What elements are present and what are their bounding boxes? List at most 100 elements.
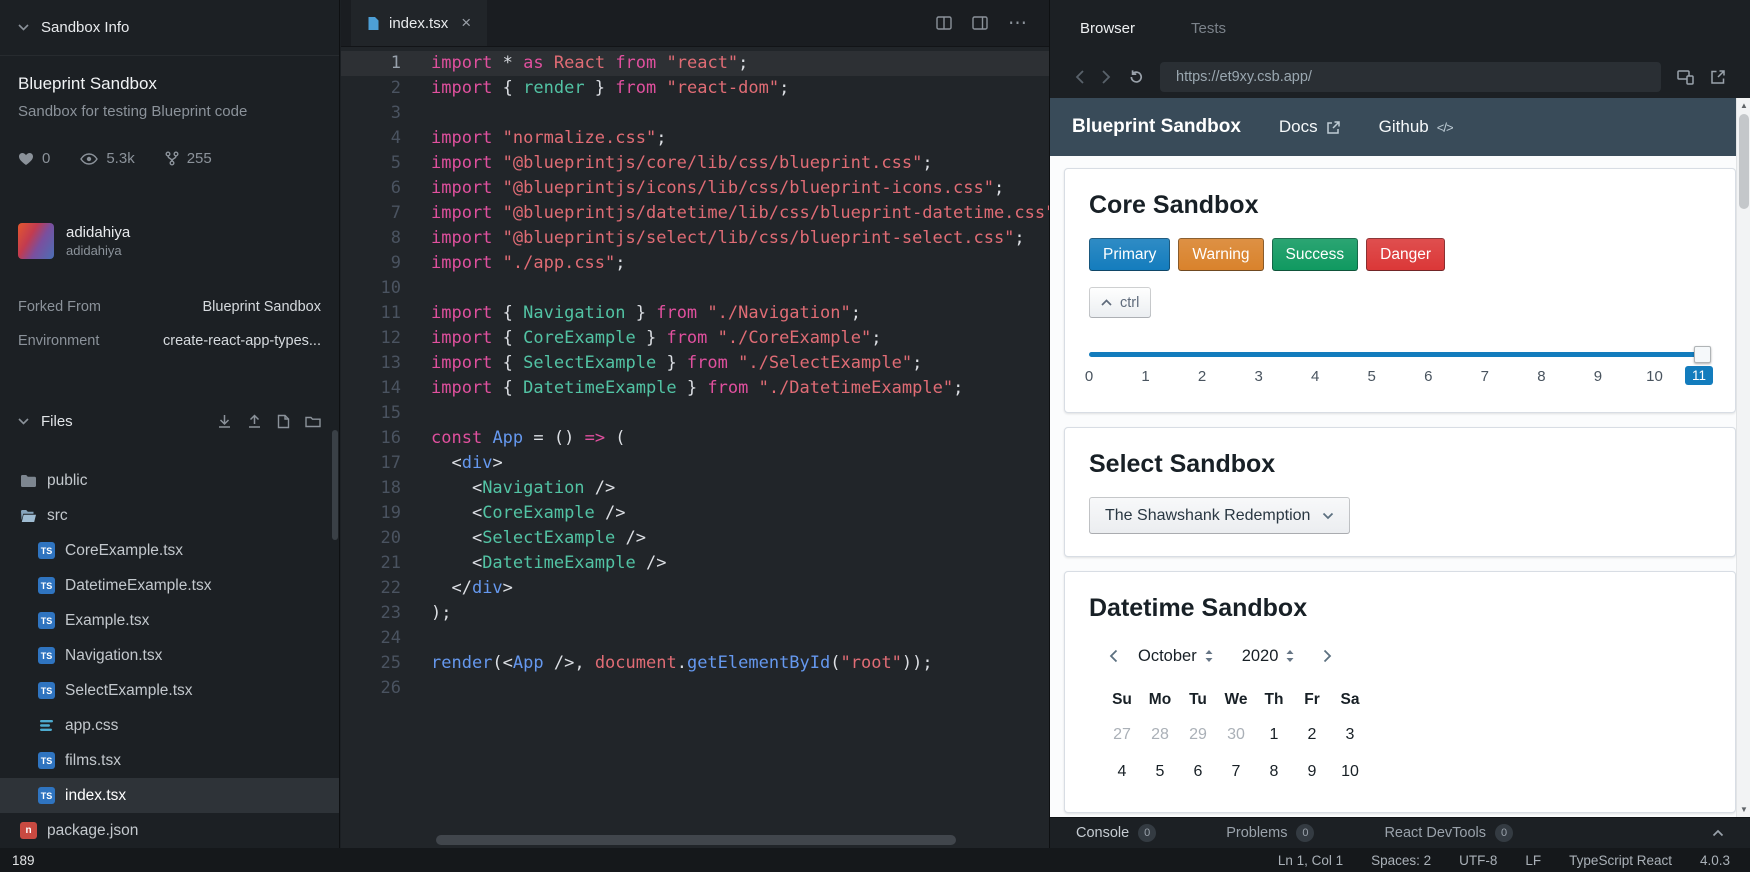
file-item-example-tsx[interactable]: TSExample.tsx	[0, 603, 339, 638]
code-line-19[interactable]: 19 <CoreExample />	[341, 501, 1049, 526]
day-cell-5[interactable]: 5	[1141, 753, 1179, 790]
code-line-22[interactable]: 22 </div>	[341, 576, 1049, 601]
code-line-14[interactable]: 14import { DatetimeExample } from "./Dat…	[341, 376, 1049, 401]
code-line-4[interactable]: 4import "normalize.css";	[341, 126, 1049, 151]
code-line-20[interactable]: 20 <SelectExample />	[341, 526, 1049, 551]
code-line-8[interactable]: 8import "@blueprintjs/select/lib/css/blu…	[341, 226, 1049, 251]
code-line-18[interactable]: 18 <Navigation />	[341, 476, 1049, 501]
console-tab-console[interactable]: Console0	[1076, 824, 1156, 842]
file-item-app-css[interactable]: app.css	[0, 708, 339, 743]
scroll-down-icon[interactable]: ▼	[1737, 805, 1750, 814]
file-item-coreexample-tsx[interactable]: TSCoreExample.tsx	[0, 533, 339, 568]
ctrl-button[interactable]: ctrl	[1089, 287, 1151, 318]
responsive-mode-icon[interactable]	[1677, 69, 1694, 85]
warning-button[interactable]: Warning	[1178, 238, 1263, 271]
code-area[interactable]: 1import * as React from "react";2import …	[341, 47, 1049, 848]
likes-stat[interactable]: 0	[18, 150, 50, 167]
code-line-1[interactable]: 1import * as React from "react";	[341, 51, 1049, 76]
day-cell-4[interactable]: 4	[1103, 753, 1141, 790]
back-icon[interactable]	[1074, 69, 1085, 85]
console-tab-problems[interactable]: Problems0	[1226, 824, 1314, 842]
slider-track[interactable]	[1089, 352, 1711, 357]
editor-horizontal-scrollbar[interactable]	[341, 835, 1049, 845]
scroll-up-icon[interactable]: ▲	[1737, 101, 1750, 110]
status-item-spaces-2[interactable]: Spaces: 2	[1371, 853, 1431, 868]
avatar[interactable]	[18, 223, 54, 259]
day-cell-8[interactable]: 8	[1255, 753, 1293, 790]
forward-icon[interactable]	[1101, 69, 1112, 85]
status-item-utf-8[interactable]: UTF-8	[1459, 853, 1497, 868]
code-line-13[interactable]: 13import { SelectExample } from "./Selec…	[341, 351, 1049, 376]
scrollbar-thumb[interactable]	[1739, 114, 1749, 209]
status-item-4-0-3[interactable]: 4.0.3	[1700, 853, 1730, 868]
month-select[interactable]: October	[1138, 647, 1214, 666]
sandbox-info-header[interactable]: Sandbox Info	[0, 0, 339, 56]
more-options-icon[interactable]: ⋯	[1008, 12, 1027, 35]
code-line-17[interactable]: 17 <div>	[341, 451, 1049, 476]
code-line-24[interactable]: 24	[341, 626, 1049, 651]
day-cell-6[interactable]: 6	[1179, 753, 1217, 790]
previous-month-icon[interactable]	[1103, 649, 1124, 663]
file-item-src[interactable]: src	[0, 498, 339, 533]
forked-from-link[interactable]: Blueprint Sandbox	[203, 299, 322, 315]
status-item-lf[interactable]: LF	[1525, 853, 1541, 868]
day-cell-3[interactable]: 3	[1331, 716, 1369, 753]
file-item-navigation-tsx[interactable]: TSNavigation.tsx	[0, 638, 339, 673]
file-item-datetimeexample-tsx[interactable]: TSDatetimeExample.tsx	[0, 568, 339, 603]
download-sandbox-icon[interactable]	[217, 414, 232, 429]
day-cell-2[interactable]: 2	[1293, 716, 1331, 753]
day-cell-1[interactable]: 1	[1255, 716, 1293, 753]
tab-index-tsx[interactable]: index.tsx ×	[351, 0, 487, 46]
code-line-3[interactable]: 3	[341, 101, 1049, 126]
new-folder-icon[interactable]	[305, 415, 321, 428]
tab-tests[interactable]: Tests	[1191, 20, 1226, 37]
close-tab-icon[interactable]: ×	[461, 13, 471, 33]
code-line-15[interactable]: 15	[341, 401, 1049, 426]
status-item-typescript-react[interactable]: TypeScript React	[1569, 853, 1672, 868]
file-item-package-json[interactable]: npackage.json	[0, 813, 339, 848]
movie-select-button[interactable]: The Shawshank Redemption	[1089, 497, 1350, 534]
next-month-icon[interactable]	[1317, 649, 1338, 663]
upload-sandbox-icon[interactable]	[247, 414, 262, 429]
code-line-6[interactable]: 6import "@blueprintjs/icons/lib/css/blue…	[341, 176, 1049, 201]
split-vertical-icon[interactable]	[936, 16, 952, 30]
forks-stat[interactable]: 255	[165, 150, 212, 167]
day-cell-27[interactable]: 27	[1103, 716, 1141, 753]
day-cell-28[interactable]: 28	[1141, 716, 1179, 753]
code-line-25[interactable]: 25render(<App />, document.getElementByI…	[341, 651, 1049, 676]
day-cell-9[interactable]: 9	[1293, 753, 1331, 790]
danger-button[interactable]: Danger	[1366, 238, 1445, 271]
code-line-9[interactable]: 9import "./app.css";	[341, 251, 1049, 276]
file-item-index-tsx[interactable]: TSindex.tsx	[0, 778, 339, 813]
day-cell-30[interactable]: 30	[1217, 716, 1255, 753]
code-line-21[interactable]: 21 <DatetimeExample />	[341, 551, 1049, 576]
author-row[interactable]: adidahiya adidahiya	[18, 223, 321, 259]
url-input[interactable]	[1160, 62, 1661, 92]
year-select[interactable]: 2020	[1242, 647, 1296, 666]
new-file-icon[interactable]	[277, 414, 290, 429]
expand-console-icon[interactable]	[1712, 829, 1724, 837]
docs-link[interactable]: Docs	[1279, 117, 1341, 137]
split-horizontal-icon[interactable]	[972, 16, 988, 30]
sidebar-scrollbar[interactable]	[332, 430, 338, 540]
scrollbar-thumb[interactable]	[436, 835, 956, 845]
code-line-23[interactable]: 23);	[341, 601, 1049, 626]
refresh-icon[interactable]	[1128, 69, 1144, 85]
github-link[interactable]: Github </>	[1379, 117, 1453, 137]
code-line-11[interactable]: 11import { Navigation } from "./Navigati…	[341, 301, 1049, 326]
day-cell-10[interactable]: 10	[1331, 753, 1369, 790]
console-tab-react-devtools[interactable]: React DevTools0	[1384, 824, 1513, 842]
file-item-public[interactable]: public	[0, 463, 339, 498]
success-button[interactable]: Success	[1272, 238, 1359, 271]
open-in-new-window-icon[interactable]	[1710, 69, 1726, 85]
code-line-26[interactable]: 26	[341, 676, 1049, 701]
slider-handle[interactable]	[1694, 346, 1711, 363]
status-item-ln-1-col-1[interactable]: Ln 1, Col 1	[1278, 853, 1343, 868]
code-line-5[interactable]: 5import "@blueprintjs/core/lib/css/bluep…	[341, 151, 1049, 176]
primary-button[interactable]: Primary	[1089, 238, 1170, 271]
preview-scrollbar[interactable]: ▲ ▼	[1736, 98, 1750, 817]
day-cell-29[interactable]: 29	[1179, 716, 1217, 753]
code-line-16[interactable]: 16const App = () => (	[341, 426, 1049, 451]
code-line-2[interactable]: 2import { render } from "react-dom";	[341, 76, 1049, 101]
day-cell-7[interactable]: 7	[1217, 753, 1255, 790]
